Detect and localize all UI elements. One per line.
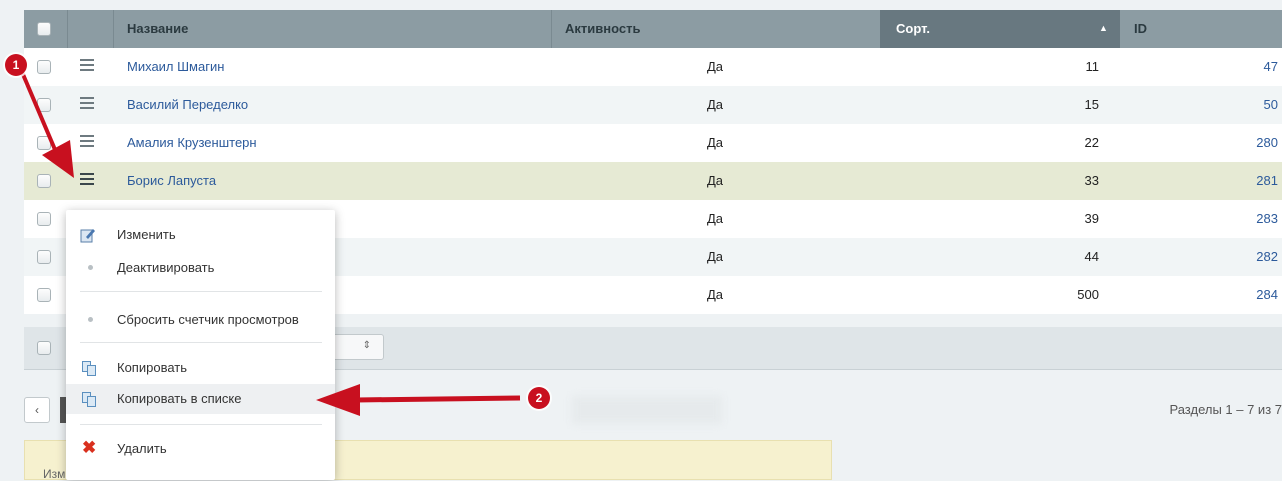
annotation-arrowhead-2 <box>316 384 360 416</box>
annotation-arrowhead-1 <box>42 140 74 178</box>
annotation-badge-1: 1 <box>5 54 27 76</box>
annotation-arrows <box>20 71 521 416</box>
annotation-arrow-2 <box>355 395 521 403</box>
annotation-badge-2: 2 <box>528 387 550 409</box>
annotation-arrow-1 <box>20 71 58 153</box>
